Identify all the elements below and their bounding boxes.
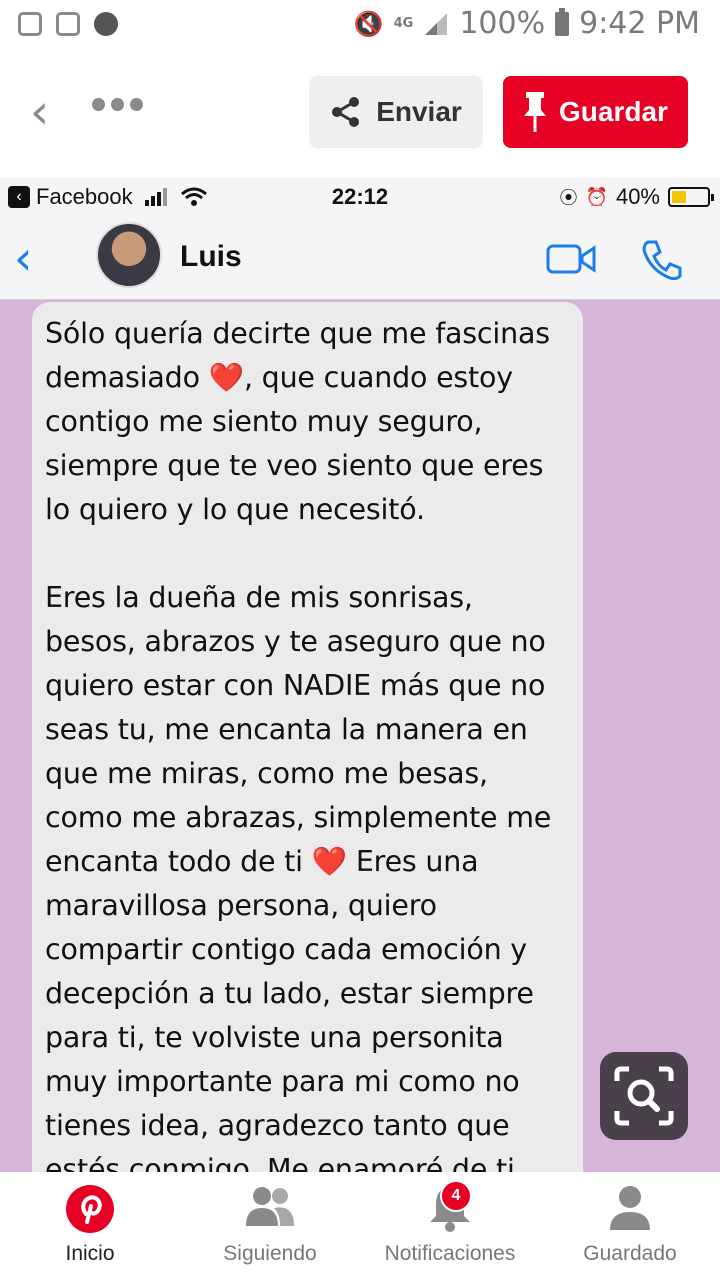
person-icon xyxy=(610,1186,650,1230)
lens-search-icon xyxy=(614,1066,674,1126)
phone-call-icon xyxy=(642,240,682,281)
share-icon xyxy=(332,97,360,127)
tab-label: Guardado xyxy=(583,1242,677,1265)
message-line: seas tu, me encanta la manera en xyxy=(45,713,528,746)
save-button[interactable]: Guardar xyxy=(503,76,688,148)
message-line: estés conmigo. Me enamoré de ti xyxy=(45,1153,515,1172)
visual-search-button[interactable] xyxy=(600,1052,688,1140)
pin-icon xyxy=(524,92,547,132)
android-status-bar: 🔇 4G 100% 9:42 PM xyxy=(0,0,720,50)
video-call-icon xyxy=(546,244,596,274)
back-button[interactable]: ‹ xyxy=(30,88,49,136)
tab-notificaciones[interactable]: 4 Notificaciones xyxy=(360,1172,540,1280)
volume-notification-icon xyxy=(94,12,118,36)
message-line: encanta todo de ti ❤️ Eres una xyxy=(45,845,479,878)
message-line: demasiado ❤️, que cuando estoy xyxy=(45,361,513,394)
message-line: decepción a tu lado, estar siempre xyxy=(45,977,534,1010)
chevron-left-icon: ‹ xyxy=(14,231,33,285)
message-line: para ti, te volviste una personita xyxy=(45,1021,504,1054)
contact-name: Luis xyxy=(180,240,242,273)
tab-siguiendo[interactable]: Siguiendo xyxy=(180,1172,360,1280)
message-line: compartir contigo cada emoción y xyxy=(45,933,527,966)
pin-image[interactable]: ‹ Facebook 22:12 ⦿ ⏰ 40% ‹ Luis Sólo que… xyxy=(0,178,720,1172)
pinterest-logo-icon xyxy=(66,1185,114,1233)
message-bubble: Sólo quería decirte que me fascinas dema… xyxy=(32,302,583,1172)
message-line: quiero estar con NADIE más que no xyxy=(45,669,546,702)
battery-percent: 100% xyxy=(459,6,546,41)
chat-header: ‹ Luis xyxy=(0,214,720,300)
tab-label: Inicio xyxy=(65,1242,115,1265)
message-line: que me miras, como me besas, xyxy=(45,757,488,790)
send-label: Enviar xyxy=(376,96,462,127)
message-line: siempre que te veo siento que eres xyxy=(45,449,544,482)
send-button[interactable]: Enviar xyxy=(309,76,483,148)
message-line: tienes idea, agradezco tanto que xyxy=(45,1109,510,1142)
download-notification-icon xyxy=(18,12,42,36)
message-line: contigo me siento muy seguro, xyxy=(45,405,483,438)
tab-label: Notificaciones xyxy=(384,1242,516,1265)
tab-guardado[interactable]: Guardado xyxy=(540,1172,720,1280)
ios-status-bar: ‹ Facebook 22:12 ⦿ ⏰ 40% xyxy=(0,178,720,214)
clock: 9:42 PM xyxy=(579,6,700,41)
image-notification-icon xyxy=(56,12,80,36)
message-line: Eres la dueña de mis sonrisas, xyxy=(45,581,473,614)
more-options-button[interactable] xyxy=(92,98,143,111)
message-line: muy importante para mi como no xyxy=(45,1065,520,1098)
message-line: besos, abrazos y te aseguro que no xyxy=(45,625,546,658)
tab-inicio[interactable]: Inicio xyxy=(0,1172,180,1280)
ios-battery-percent: 40% xyxy=(615,184,660,209)
pin-header: ‹ Enviar Guardar xyxy=(0,50,720,178)
signal-icon xyxy=(425,12,448,35)
network-type: 4G xyxy=(393,15,414,31)
mute-vibrate-icon: 🔇 xyxy=(353,9,384,38)
rotation-lock-icon: ⦿ xyxy=(559,188,578,208)
message-line: como me abrazas, simplemente me xyxy=(45,801,552,834)
message-line: lo quiero y lo que necesitó. xyxy=(45,493,425,526)
message-line: maravillosa persona, quiero xyxy=(45,889,437,922)
ios-battery-icon xyxy=(668,187,714,207)
alarm-icon: ⏰ xyxy=(585,186,608,207)
tab-label: Siguiendo xyxy=(223,1242,317,1265)
battery-icon xyxy=(555,7,570,36)
people-icon xyxy=(246,1187,294,1226)
bottom-tab-bar: Inicio Siguiendo 4 Notificaciones Guarda… xyxy=(0,1172,720,1280)
message-line: Sólo quería decirte que me fascinas xyxy=(45,317,550,350)
notification-badge: 4 xyxy=(440,1180,472,1212)
save-label: Guardar xyxy=(559,96,668,127)
avatar xyxy=(96,222,162,288)
